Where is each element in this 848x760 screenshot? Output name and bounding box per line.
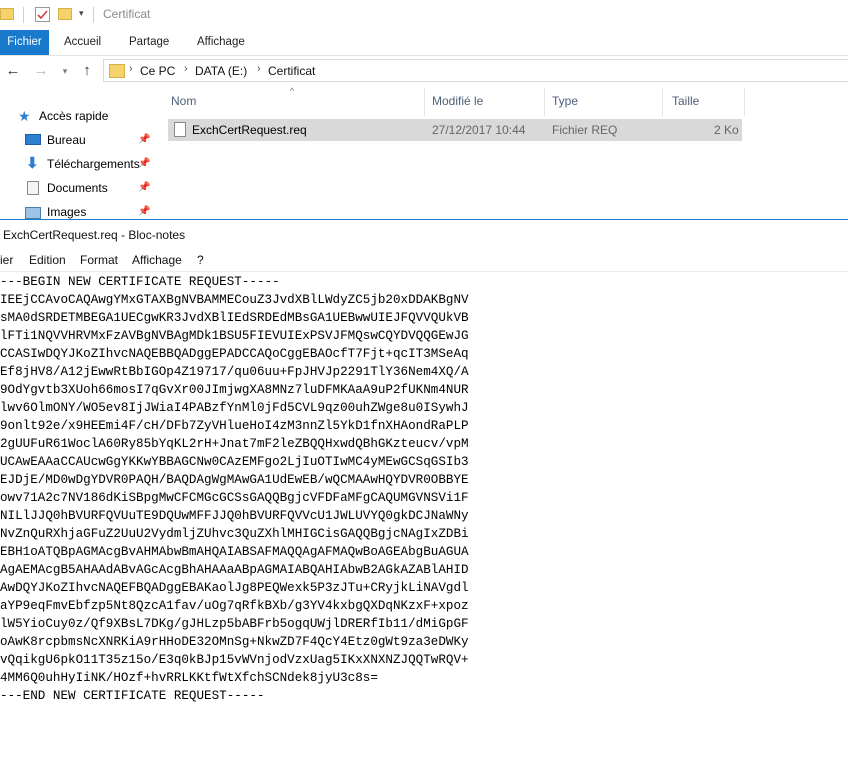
chevron-right-icon[interactable]: › [257, 63, 261, 75]
nav-item-label: Bureau [47, 133, 86, 147]
column-divider[interactable] [544, 88, 545, 116]
column-divider[interactable] [744, 88, 745, 116]
column-divider[interactable] [424, 88, 425, 116]
sort-ascending-icon: ^ [290, 86, 295, 96]
column-divider[interactable] [662, 88, 663, 116]
folder-icon[interactable] [0, 8, 14, 20]
file-name: ExchCertRequest.req [192, 123, 307, 137]
breadcrumb-ce-pc[interactable]: Ce PC [140, 64, 175, 78]
text-line: ---END NEW CERTIFICATE REQUEST----- [0, 689, 265, 703]
images-icon [25, 207, 41, 219]
text-line: IEEjCCAvoCAQAwgYMxGTAXBgNVBAMMECouZ3JvdX… [0, 293, 469, 307]
notepad-text-area[interactable]: ---BEGIN NEW CERTIFICATE REQUEST----- IE… [0, 273, 848, 753]
column-header-modifie[interactable]: Modifié le [432, 94, 483, 112]
customize-quick-access-icon[interactable]: ▾ [79, 8, 84, 19]
window-title: Certificat [103, 7, 151, 21]
text-line: aYP9eqFmvEbfzp5Nt8QzcA1fav/uOg7qRfkBXb/g… [0, 599, 469, 613]
breadcrumb-data-e[interactable]: DATA (E:) [195, 64, 247, 78]
explorer-titlebar: ▾ Certificat [0, 0, 848, 30]
address-bar[interactable]: › Ce PC › DATA (E:) › Certificat [103, 59, 848, 82]
text-line: EJDjE/MD0wDgYDVR0PAQH/BAQDAgWgMAwGA1UdEw… [0, 473, 469, 487]
navigation-pane: ★ Accès rapide Bureau ⬇ Téléchargements … [0, 86, 155, 220]
nav-item-label: Documents [47, 181, 108, 195]
nav-item-label: Accès rapide [39, 109, 109, 123]
notepad-window: ExchCertRequest.req - Bloc-notes ier Edi… [0, 219, 848, 760]
tab-partage[interactable]: Partage [129, 30, 169, 55]
menu-edition[interactable]: Edition [29, 253, 66, 267]
documents-icon [27, 181, 39, 195]
chevron-right-icon[interactable]: › [129, 63, 133, 75]
text-line: AwDQYJKoZIhvcNAQEFBQADggEBAKaolJg8PEQWex… [0, 581, 469, 595]
text-line: ---BEGIN NEW CERTIFICATE REQUEST----- [0, 275, 280, 289]
back-arrow-icon[interactable]: ← [4, 61, 22, 81]
download-icon: ⬇ [26, 155, 39, 172]
file-size: 2 Ko [714, 123, 739, 137]
breadcrumb-certificat[interactable]: Certificat [268, 64, 315, 78]
text-line: oAwK8rcpbmsNcXNRKiA9rHHoDE32OMnSg+NkwZD7… [0, 635, 469, 649]
forward-arrow-icon[interactable]: → [32, 61, 50, 81]
file-modified: 27/12/2017 10:44 [432, 123, 526, 137]
text-line: EBH1oATQBpAGMAcgBvAHMAbwBmAHQAIABSAFMAQQ… [0, 545, 469, 559]
text-line: NILlJJQ0hBVURFQVUuTE9DQUwMFFJJQ0hBVURFQV… [0, 509, 469, 523]
text-line: 4MM6Q0uhHyIiNK/HOzf+hvRRLKKtfWtXfchSCNde… [0, 671, 378, 685]
address-row: ← → ▾ ↑ › Ce PC › DATA (E:) › Certificat [0, 57, 848, 85]
text-line: Ef8jHV8/A12jEwwRtBbIGOp4Z19717/qu06uu+Fp… [0, 365, 469, 379]
text-line: AgAEMAcgB5AHAAdABvAGcAcgBhAHAAaABpAGMAIA… [0, 563, 469, 577]
text-line: 9onlt92e/x9HEEmi4F/cH/DFb7ZyVHlueHoI4zM3… [0, 419, 469, 433]
notepad-title: ExchCertRequest.req - Bloc-notes [3, 228, 186, 242]
file-row[interactable]: ExchCertRequest.req 27/12/2017 10:44 Fic… [168, 119, 742, 141]
pin-icon[interactable]: 📌 [138, 182, 150, 193]
text-line: UCAwEAAaCCAUcwGgYKKwYBBAGCNw0CAzEMFgo2Lj… [0, 455, 469, 469]
menu-help[interactable]: ? [197, 253, 204, 267]
text-line: 2gUUFuR61WoclA60Ry85bYqKL2rH+Jnat7mF2leZ… [0, 437, 469, 451]
text-line: CCASIwDQYJKoZIhvcNAQEBBQADggEPADCCAQoCgg… [0, 347, 469, 361]
pin-icon[interactable]: 📌 [138, 134, 150, 145]
menu-affichage[interactable]: Affichage [132, 253, 182, 267]
folder-icon [109, 64, 125, 78]
pin-icon[interactable]: 📌 [138, 206, 150, 217]
nav-item-label: Téléchargements [47, 157, 140, 171]
recent-locations-icon[interactable]: ▾ [56, 61, 74, 81]
menu-format[interactable]: Format [80, 253, 118, 267]
separator [23, 7, 24, 23]
properties-icon[interactable] [35, 7, 50, 22]
desktop-icon [25, 134, 41, 145]
new-folder-icon[interactable] [58, 8, 72, 20]
file-explorer-window: ▾ Certificat Fichier Accueil Partage Aff… [0, 0, 848, 220]
separator [93, 7, 94, 23]
column-header-nom[interactable]: Nom [171, 94, 196, 112]
text-line: owv71A2c7NV186dKiSBpgMwCFCMGcGCSsGAQQBgj… [0, 491, 469, 505]
text-line: lwv6OlmONY/WO5ev8IjJWiaI4PABzfYnMl0jFd5C… [0, 401, 469, 415]
menu-fichier[interactable]: ier [0, 253, 13, 267]
column-header-type[interactable]: Type [552, 94, 578, 112]
text-line: 9OdYgvtb3XUoh66mosI7qGvXr00JImjwgXA8MNz7… [0, 383, 469, 397]
tab-affichage[interactable]: Affichage [197, 30, 245, 55]
tab-accueil[interactable]: Accueil [64, 30, 101, 55]
text-line: NvZnQuRXhjaGFuZ2UuU2VydmljZUhvc3QuZXhlMH… [0, 527, 469, 541]
up-arrow-icon[interactable]: ↑ [78, 61, 96, 81]
file-list: ^ Nom Modifié le Type Taille ExchCertReq… [155, 86, 848, 220]
text-line: vQqikgU6pkO11T35z15o/E3q0kBJp15vWVnjodVz… [0, 653, 469, 667]
column-header-taille[interactable]: Taille [672, 94, 699, 112]
pin-icon[interactable]: 📌 [138, 158, 150, 169]
text-line: lFTi1NQVVHRVMxFzAVBgNVBAgMDk1BSU5FIEVUIE… [0, 329, 469, 343]
star-icon: ★ [18, 108, 31, 124]
file-type: Fichier REQ [552, 123, 618, 137]
text-line: sMA0dSRDETMBEGA1UECgwKR3JvdXBlIEdSRDEdMB… [0, 311, 469, 325]
nav-item-label: Images [47, 205, 87, 219]
tab-fichier[interactable]: Fichier [0, 30, 49, 55]
chevron-right-icon[interactable]: › [184, 63, 188, 75]
file-icon [174, 122, 186, 137]
notepad-menu-bar: ier Edition Format Affichage ? [0, 251, 848, 272]
text-line: lW5YioCuy0z/Qf9XBsL7DKg/gJHLzp5bABFrb5og… [0, 617, 469, 631]
ribbon-tabs: Fichier Accueil Partage Affichage [0, 30, 848, 56]
